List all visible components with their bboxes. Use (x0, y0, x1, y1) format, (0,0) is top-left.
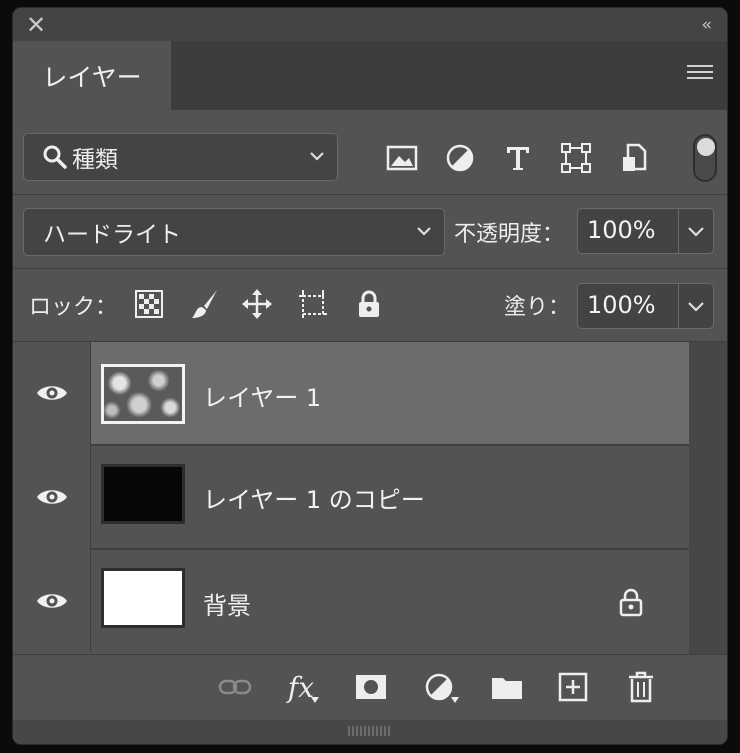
adjustment-filter-icon[interactable] (431, 138, 489, 178)
lock-image-pixels-icon[interactable] (188, 287, 222, 321)
filter-kind-label: 種類 (72, 147, 118, 173)
panel-menu-icon[interactable] (687, 65, 713, 83)
panel-footer: fx (13, 654, 727, 721)
shape-filter-icon[interactable] (547, 138, 605, 178)
collapse-panel-icon[interactable]: ‹‹ (701, 10, 711, 40)
filter-row: 種類 (13, 110, 727, 196)
scrollbar[interactable] (689, 342, 727, 654)
close-icon[interactable]: ✕ (26, 10, 46, 40)
filter-icons (373, 138, 663, 178)
lock-icon[interactable] (618, 587, 644, 617)
panel-titlebar: ✕ ‹‹ (13, 8, 727, 41)
add-mask-icon[interactable] (351, 669, 391, 705)
divider (13, 194, 727, 195)
layer-name[interactable]: レイヤー 1 (203, 378, 321, 413)
resize-bar[interactable] (13, 720, 727, 744)
fill-field[interactable]: 100% (577, 283, 714, 329)
eye-icon (36, 386, 67, 400)
screenshot-frame: ✕ ‹‹ レイヤー 種類 ハードライト 不透明度： 100% ロック： 塗り： … (0, 0, 740, 753)
tab-layers[interactable]: レイヤー (13, 41, 171, 110)
layer-row[interactable]: レイヤー 1 (13, 342, 689, 444)
trash-icon[interactable] (621, 669, 661, 705)
lock-label: ロック： (29, 295, 118, 320)
visibility-toggle[interactable] (13, 446, 91, 548)
resize-grip-icon[interactable] (348, 726, 392, 736)
panel-tab-bar: レイヤー (13, 41, 727, 110)
chevron-down-icon (417, 227, 431, 236)
layer-row[interactable]: 背景 (13, 550, 689, 652)
lock-all-icon[interactable] (352, 287, 386, 321)
fill-dropdown-button[interactable] (678, 284, 713, 328)
link-layers-icon[interactable] (215, 669, 255, 705)
opacity-value: 100% (587, 216, 656, 244)
filter-kind-dropdown[interactable]: 種類 (23, 133, 338, 181)
opacity-label: 不透明度： (454, 222, 565, 247)
blend-row: ハードライト 不透明度： 100% (13, 196, 727, 268)
layer-name[interactable]: 背景 (203, 586, 251, 621)
chevron-down-icon (310, 152, 324, 161)
chevron-down-icon (688, 227, 704, 237)
layer-thumbnail (101, 364, 185, 424)
lock-position-icon[interactable] (240, 287, 274, 321)
fx-icon[interactable]: fx (281, 669, 321, 705)
layer-row[interactable]: レイヤー 1 のコピー (13, 446, 689, 548)
dropdown-triangle-icon (451, 697, 459, 703)
new-group-icon[interactable] (487, 669, 527, 705)
fill-value: 100% (587, 291, 656, 319)
eye-icon (36, 594, 67, 608)
chevron-down-icon (688, 302, 704, 312)
filter-toggle[interactable] (693, 134, 717, 182)
lock-transparent-pixels-icon[interactable] (132, 287, 166, 321)
layer-name[interactable]: レイヤー 1 のコピー (203, 480, 425, 515)
eye-icon (36, 490, 67, 504)
layers-list: レイヤー 1 レイヤー 1 のコピー 背景 (13, 342, 727, 654)
layer-thumbnail (101, 464, 185, 524)
dropdown-triangle-icon (311, 697, 319, 703)
type-filter-icon[interactable] (489, 138, 547, 178)
blend-mode-dropdown[interactable]: ハードライト (23, 208, 445, 256)
opacity-dropdown-button[interactable] (678, 209, 713, 253)
new-layer-icon[interactable] (553, 669, 593, 705)
image-filter-icon[interactable] (373, 138, 431, 178)
lock-row: ロック： 塗り： 100% (13, 269, 727, 341)
smart-object-filter-icon[interactable] (605, 138, 663, 178)
visibility-toggle[interactable] (13, 342, 91, 444)
visibility-toggle[interactable] (13, 550, 91, 652)
layer-thumbnail (101, 568, 185, 628)
blend-mode-label: ハードライト (43, 222, 181, 248)
lock-artboard-icon[interactable] (296, 287, 330, 321)
new-adjustment-layer-icon[interactable] (419, 669, 459, 705)
layers-panel: ✕ ‹‹ レイヤー 種類 ハードライト 不透明度： 100% ロック： 塗り： … (13, 8, 727, 744)
fill-label: 塗り： (504, 295, 571, 320)
search-icon (43, 145, 67, 169)
opacity-field[interactable]: 100% (577, 208, 714, 254)
